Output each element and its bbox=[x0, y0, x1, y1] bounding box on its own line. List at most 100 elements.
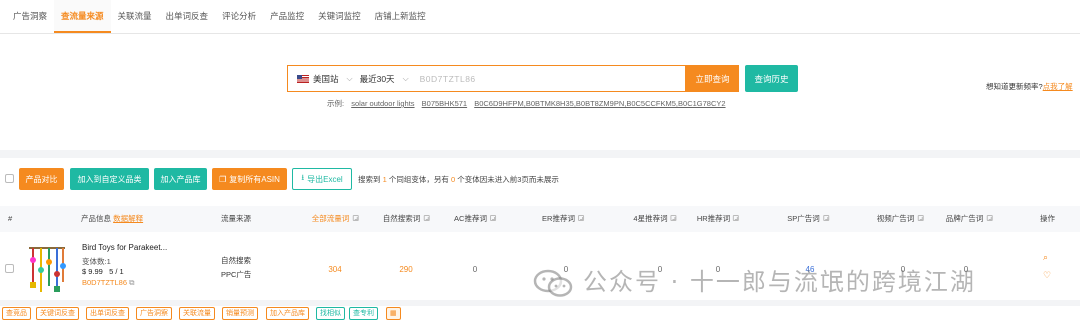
col-organic[interactable]: 自然搜索词 bbox=[383, 206, 430, 232]
copy-asin-label: 复制所有ASIN bbox=[229, 174, 280, 184]
sort-icon[interactable] bbox=[733, 215, 740, 222]
ac-value: 0 bbox=[472, 265, 478, 274]
calendar-icon[interactable]: ▦ bbox=[386, 307, 401, 320]
search-input[interactable]: B0D7TZTL86 bbox=[420, 74, 476, 84]
summary-pre: 搜索到 bbox=[358, 175, 381, 184]
feature-tabs: 广告洞察 查流量来源 关联流量 出单词反查 评论分析 产品监控 关键词监控 店铺… bbox=[0, 0, 1080, 34]
col-all-keywords[interactable]: 全部流量词 bbox=[312, 206, 359, 232]
site-select[interactable]: 美国站 bbox=[313, 73, 339, 85]
compare-button[interactable]: 产品对比 bbox=[19, 168, 64, 190]
col-video[interactable]: 视频广告词 bbox=[877, 206, 924, 232]
tab-related-traffic[interactable]: 关联流量 bbox=[111, 0, 159, 33]
data-explain-link[interactable]: 数据解释 bbox=[113, 214, 143, 223]
sort-icon[interactable] bbox=[986, 215, 993, 222]
rating: 5 / 1 bbox=[109, 267, 124, 276]
select-all-checkbox[interactable] bbox=[5, 174, 14, 183]
export-button[interactable]: ⭳ 导出Excel bbox=[292, 168, 352, 190]
product-name[interactable]: Bird Toys for Parakeet... bbox=[82, 243, 167, 252]
examples-label: 示例: bbox=[327, 99, 345, 108]
tab-product-monitor[interactable]: 产品监控 bbox=[263, 0, 311, 33]
action-ad-insight[interactable]: 广告洞察 bbox=[136, 307, 172, 320]
us-flag-icon bbox=[297, 74, 309, 83]
summary-mid: 个同组变体，另有 bbox=[388, 175, 449, 184]
history-button[interactable]: 查询历史 bbox=[745, 65, 798, 92]
sort-icon[interactable] bbox=[423, 215, 430, 222]
chevron-down-icon[interactable]: ⌵ bbox=[403, 74, 409, 84]
asin-link[interactable]: B0D7TZTL86 ⧉ bbox=[82, 278, 134, 288]
sort-icon[interactable] bbox=[352, 215, 359, 222]
search-icon[interactable]: ⌕ bbox=[1043, 252, 1048, 263]
tab-review-analysis[interactable]: 评论分析 bbox=[215, 0, 263, 33]
price: $ 9.99 bbox=[82, 267, 103, 276]
col-label: ER推荐词 bbox=[542, 214, 575, 223]
col-index: # bbox=[8, 214, 13, 223]
organic-value[interactable]: 290 bbox=[399, 265, 412, 274]
add-category-button[interactable]: 加入到自定义品类 bbox=[70, 168, 149, 190]
col-label: AC推荐词 bbox=[454, 214, 487, 223]
col-product-label: 产品信息 bbox=[81, 214, 111, 223]
example-link[interactable]: B075BHK571 bbox=[422, 99, 467, 108]
asin[interactable]: B0D7TZTL86 bbox=[82, 278, 127, 287]
sort-icon[interactable] bbox=[917, 215, 924, 222]
heart-icon[interactable]: ♡ bbox=[1043, 270, 1051, 281]
action-order-keyword[interactable]: 出单词反查 bbox=[86, 307, 129, 320]
tab-ad-insight[interactable]: 广告洞察 bbox=[6, 0, 54, 33]
example-link[interactable]: solar outdoor lights bbox=[351, 99, 414, 108]
add-library-button[interactable]: 加入产品库 bbox=[154, 168, 207, 190]
col-ac[interactable]: AC推荐词 bbox=[454, 206, 496, 232]
tab-keyword-monitor[interactable]: 关键词监控 bbox=[311, 0, 368, 33]
col-source: 流量来源 bbox=[221, 214, 251, 223]
variant-count: 变体数:1 bbox=[82, 257, 111, 266]
action-bar: 查竞品 关键词反查 出单词反查 广告洞察 关联流量 销量预测 加入产品库 找相似… bbox=[0, 306, 1080, 327]
source-ppc: PPC广告 bbox=[221, 270, 252, 279]
sort-icon[interactable] bbox=[670, 215, 677, 222]
col-brand[interactable]: 品牌广告词 bbox=[946, 206, 993, 232]
source-organic: 自然搜索 bbox=[221, 256, 251, 265]
price-rating: $ 9.99 5 / 1 bbox=[82, 267, 124, 276]
product-thumbnail[interactable] bbox=[25, 242, 69, 296]
download-icon: ⭳ bbox=[301, 173, 305, 182]
col-er[interactable]: ER推荐词 bbox=[542, 206, 584, 232]
summary-post: 个变体因未进入前3页而未展示 bbox=[457, 175, 559, 184]
sort-icon[interactable] bbox=[489, 215, 496, 222]
action-keyword-reverse[interactable]: 关键词反查 bbox=[36, 307, 79, 320]
copy-icon: ❐ bbox=[219, 174, 227, 184]
query-button[interactable]: 立即查询 bbox=[686, 65, 739, 92]
update-frequency: 想知道更新频率?点我了解 bbox=[986, 81, 1073, 92]
freq-link[interactable]: 点我了解 bbox=[1043, 82, 1073, 91]
col-label: 自然搜索词 bbox=[382, 214, 421, 223]
examples: 示例: solar outdoor lights B075BHK571 B0C6… bbox=[327, 98, 726, 109]
watermark: 公众号 · 十一郎与流氓的跨境江湖 bbox=[533, 262, 976, 297]
action-related-traffic[interactable]: 关联流量 bbox=[179, 307, 215, 320]
export-label: 导出Excel bbox=[307, 174, 343, 184]
period-select[interactable]: 最近30天 bbox=[360, 73, 395, 85]
col-label: HR推荐词 bbox=[696, 214, 731, 223]
sort-icon[interactable] bbox=[577, 215, 584, 222]
col-4star[interactable]: 4星推荐词 bbox=[633, 206, 677, 232]
col-product: 产品信息 数据解释 bbox=[81, 206, 143, 232]
col-label: 视频广告词 bbox=[876, 214, 915, 223]
row-checkbox[interactable] bbox=[5, 264, 14, 273]
action-competitor[interactable]: 查竞品 bbox=[2, 307, 31, 320]
external-link-icon[interactable]: ⧉ bbox=[129, 278, 134, 287]
toolbar: 产品对比 加入到自定义品类 加入产品库 ❐ 复制所有ASIN ⭳ 导出Excel 搜… bbox=[0, 168, 1080, 190]
summary-count: 0 bbox=[450, 175, 456, 184]
action-sales-forecast[interactable]: 销量预测 bbox=[222, 307, 258, 320]
action-patent[interactable]: 查专利 bbox=[349, 307, 378, 320]
tab-order-keyword[interactable]: 出单词反查 bbox=[159, 0, 216, 33]
col-sp[interactable]: SP广告词 bbox=[787, 206, 829, 232]
example-link[interactable]: B0C6D9HFPM,B0BTMK8H35,B0BT8ZM9PN,B0C5CCF… bbox=[474, 99, 725, 108]
all-keywords-value[interactable]: 304 bbox=[328, 265, 341, 274]
summary-count: 1 bbox=[382, 175, 387, 184]
action-find-similar[interactable]: 找相似 bbox=[316, 307, 345, 320]
chevron-down-icon[interactable]: ⌵ bbox=[347, 74, 353, 84]
sort-icon[interactable] bbox=[822, 215, 829, 222]
col-hr[interactable]: HR推荐词 bbox=[696, 206, 740, 232]
copy-asin-button[interactable]: ❐ 复制所有ASIN bbox=[212, 168, 287, 190]
action-add-library[interactable]: 加入产品库 bbox=[266, 307, 309, 320]
search-area: 美国站 ⌵ 最近30天 ⌵ B0D7TZTL86 立即查询 查询历史 示例: s… bbox=[0, 34, 1080, 150]
col-label: SP广告词 bbox=[787, 214, 820, 223]
tab-store-monitor[interactable]: 店铺上新监控 bbox=[368, 0, 433, 33]
watermark-text: 公众号 · 十一郎与流氓的跨境江湖 bbox=[583, 268, 976, 296]
tab-traffic-source[interactable]: 查流量来源 bbox=[54, 0, 111, 33]
